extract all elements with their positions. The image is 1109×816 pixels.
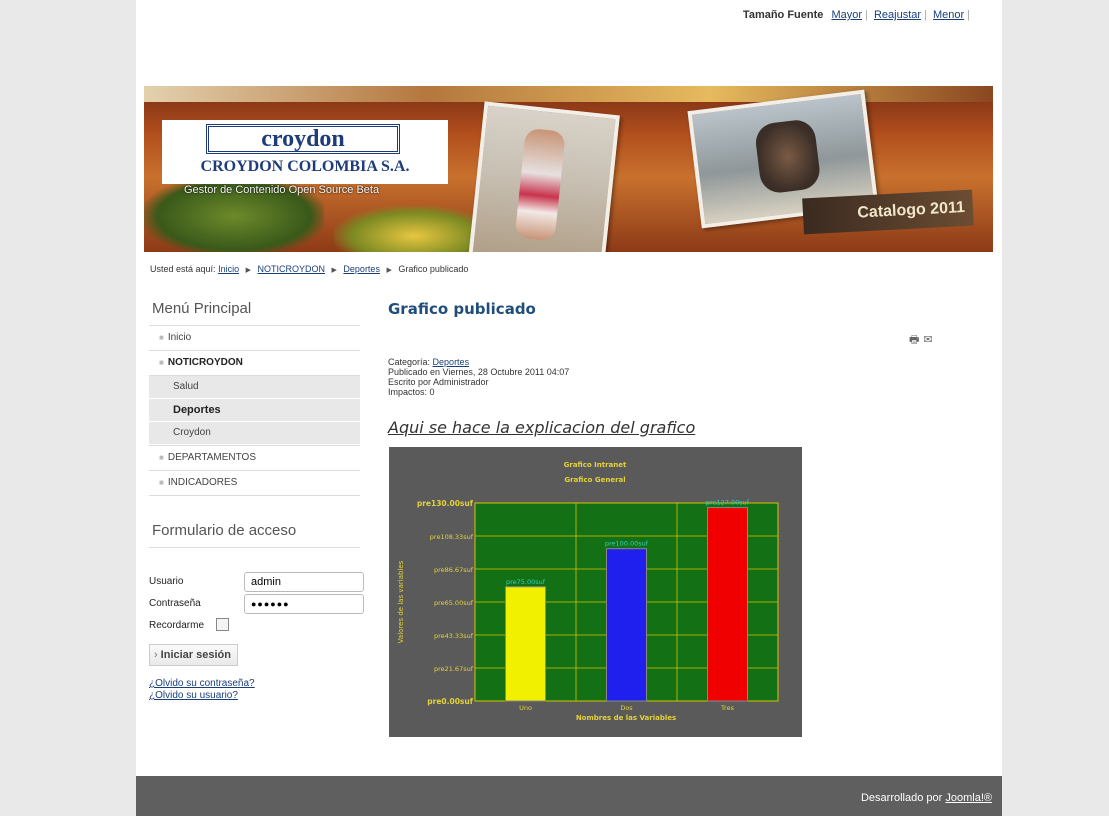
category-link[interactable]: Deportes — [433, 357, 470, 367]
email-icon[interactable]: ✉ — [923, 334, 932, 346]
font-size-label: Tamaño Fuente — [742, 9, 824, 21]
remember-label: Recordarme — [149, 620, 205, 631]
y-tick-label: pre108.33suf — [430, 533, 474, 541]
x-axis-label: Nombres de las Variables — [576, 714, 676, 722]
login-links: ¿Olvido su contraseña? ¿Olvido su usuari… — [149, 678, 360, 702]
password-input[interactable] — [244, 594, 364, 614]
bar-value-label: pre75.00suf — [506, 578, 546, 586]
footer: Desarrollado por Joomla!® — [136, 776, 1002, 816]
menu-item-deportes[interactable]: Deportes — [149, 399, 360, 422]
article-subheading: Aqui se hace la explicacion del grafico — [388, 418, 696, 437]
bullet-icon: ■ — [159, 333, 164, 342]
bar-value-label: pre100.00suf — [605, 540, 649, 548]
article-icons: 🖶 ✉ — [905, 331, 933, 350]
y-tick-label: pre21.67suf — [434, 665, 474, 673]
main-menu: ■ Inicio ■ NOTICROYDON Salud Deportes Croy… — [149, 326, 360, 496]
bar-uno — [505, 586, 546, 702]
menu-item-indicadores[interactable]: ■ INDICADORES — [149, 471, 360, 496]
menu-item-croydon[interactable]: Croydon — [149, 422, 360, 445]
menu-item-noticroydon[interactable]: ■ NOTICROYDON — [149, 351, 360, 376]
article-hits: Impactos: 0 — [388, 387, 435, 397]
bar-chart: Grafico Intranet Grafico General pre0.00su… — [389, 447, 802, 737]
breadcrumb-deportes[interactable]: Deportes — [343, 264, 380, 274]
y-tick-label: pre130.00suf — [417, 499, 474, 508]
category-label: Categoría: — [388, 357, 431, 367]
site-logo[interactable]: croydon CROYDON COLOMBIA S.A. — [162, 120, 448, 184]
print-icon[interactable]: 🖶 — [909, 334, 919, 346]
chart-title: Grafico Intranet — [564, 461, 627, 469]
bullet-icon: ■ — [159, 453, 164, 462]
y-tick-label: pre43.33suf — [434, 632, 474, 640]
breadcrumb-prefix: Usted está aquí: — [150, 264, 216, 274]
header-banner: Catalogo 2011 croydon CROYDON COLOMBIA S… — [144, 86, 993, 252]
published-date: Publicado en Viernes, 28 Octubre 2011 04… — [388, 367, 570, 377]
bar-value-label: pre127.00suf — [706, 499, 750, 507]
y-tick-label: pre65.00suf — [434, 599, 474, 607]
font-size-controls: Tamaño Fuente Mayor | Reajustar | Menor | — [742, 9, 970, 21]
logo-company-name: CROYDON COLOMBIA S.A. — [200, 158, 410, 175]
page-container: Tamaño Fuente Mayor | Reajustar | Menor | C… — [136, 0, 1002, 816]
x-tick-label: Uno — [519, 704, 532, 712]
breadcrumb-arrow-icon: ▶ — [386, 267, 392, 274]
forgot-password-link[interactable]: ¿Olvido su contraseña? — [149, 678, 360, 690]
login-button[interactable]: › Iniciar sesión — [149, 644, 238, 666]
bar-tres — [707, 507, 748, 702]
joomla-link[interactable]: Joomla!® — [945, 792, 992, 804]
font-bigger-link[interactable]: Mayor — [831, 9, 862, 21]
article-author: Escrito por Administrador — [388, 377, 489, 387]
arrow-right-icon: › — [154, 649, 158, 661]
breadcrumb: Usted está aquí: Inicio ▶ NOTICROYDON ▶ … — [150, 264, 468, 274]
breadcrumb-arrow-icon: ▶ — [331, 267, 337, 274]
y-tick-label: pre86.67suf — [434, 566, 474, 574]
article-title: Grafico publicado — [388, 300, 536, 318]
remember-checkbox[interactable] — [216, 618, 229, 631]
menu-item-departamentos[interactable]: ■ DEPARTAMENTOS — [149, 446, 360, 471]
username-label: Usuario — [149, 576, 184, 587]
chart-svg: Grafico Intranet Grafico General pre0.00su… — [397, 461, 779, 722]
logo-word: croydon — [206, 124, 400, 154]
article: Grafico publicado 🖶 ✉ Categoría: Deportes… — [388, 300, 948, 737]
breadcrumb-inicio[interactable]: Inicio — [218, 264, 239, 274]
menu-item-salud[interactable]: Salud — [149, 376, 360, 399]
bullet-icon: ■ — [159, 358, 164, 367]
article-meta: Categoría: Deportes Publicado en Viernes… — [388, 357, 569, 397]
submenu-noticroydon: Salud Deportes Croydon — [149, 376, 360, 445]
password-label: Contraseña — [149, 598, 201, 609]
font-reset-link[interactable]: Reajustar — [874, 9, 921, 21]
forgot-username-link[interactable]: ¿Olvido su usuario? — [149, 690, 360, 702]
chart-subtitle: Grafico General — [564, 476, 625, 484]
y-tick-label: pre0.00suf — [427, 697, 473, 706]
bar-dos — [606, 548, 647, 702]
font-smaller-link[interactable]: Menor — [933, 9, 964, 21]
y-axis-label: Valores de las variables — [397, 560, 405, 643]
banner-photo-woman — [468, 101, 620, 252]
login-form: Usuario Contraseña Recordarme ›Iniciar s… — [149, 572, 364, 702]
bullet-icon: ■ — [159, 478, 164, 487]
breadcrumb-noticroydon[interactable]: NOTICROYDON — [258, 264, 326, 274]
menu-item-inicio[interactable]: ■ Inicio — [149, 326, 360, 351]
breadcrumb-arrow-icon: ▶ — [245, 267, 251, 274]
footer-text: Desarrollado por — [860, 792, 943, 804]
breadcrumb-current: Grafico publicado — [398, 264, 469, 274]
x-tick-label: Dos — [620, 704, 633, 712]
login-form-title: Formulario de acceso — [149, 522, 360, 548]
x-tick-label: Tres — [720, 704, 735, 712]
sidebar: Menú Principal ■ Inicio ■ NOTICROYDON Salu… — [149, 300, 364, 702]
banner-top-strip — [144, 86, 993, 102]
banner-catalog-text: Catalogo 2011 — [802, 189, 974, 235]
site-tagline: Gestor de Contenido Open Source Beta — [184, 184, 380, 196]
username-input[interactable] — [244, 572, 364, 592]
main-menu-title: Menú Principal — [149, 300, 360, 326]
